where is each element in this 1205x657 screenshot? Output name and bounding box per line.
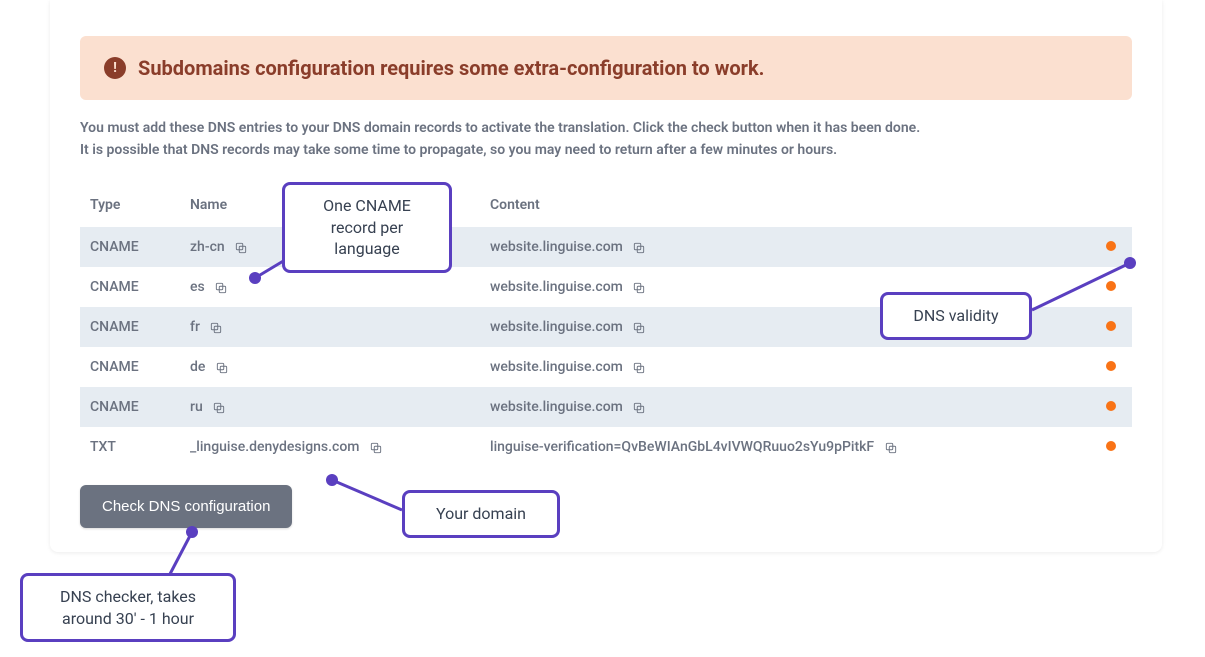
cell-content: linguise-verification=QvBeWIAnGbL4vIVWQR… <box>480 427 1092 467</box>
cell-type: TXT <box>80 427 180 467</box>
cell-name: de <box>180 347 480 387</box>
cell-name: fr <box>180 307 480 347</box>
table-row: CNAMEru website.linguise.com <box>80 387 1132 427</box>
cell-name: ru <box>180 387 480 427</box>
th-content: Content <box>480 183 1092 227</box>
copy-icon[interactable] <box>632 241 646 255</box>
table-row: TXT_linguise.denydesigns.com linguise-ve… <box>80 427 1132 467</box>
status-dot <box>1106 401 1116 411</box>
th-status <box>1092 183 1132 227</box>
copy-icon[interactable] <box>632 321 646 335</box>
alert-text: Subdomains configuration requires some e… <box>138 56 764 80</box>
cell-content: website.linguise.com <box>480 347 1092 387</box>
status-dot <box>1106 441 1116 451</box>
cell-status <box>1092 307 1132 347</box>
copy-icon[interactable] <box>209 321 223 335</box>
cell-type: CNAME <box>80 267 180 307</box>
copy-icon[interactable] <box>369 441 383 455</box>
alert-icon: ! <box>104 57 126 79</box>
dns-config-panel: ! Subdomains configuration requires some… <box>50 0 1162 552</box>
cell-content: website.linguise.com <box>480 227 1092 267</box>
cell-status <box>1092 427 1132 467</box>
cell-name: es <box>180 267 480 307</box>
description-text: You must add these DNS entries to your D… <box>80 118 1132 161</box>
cell-content: website.linguise.com <box>480 387 1092 427</box>
check-dns-button[interactable]: Check DNS configuration <box>80 485 292 528</box>
status-dot <box>1106 361 1116 371</box>
alert-banner: ! Subdomains configuration requires some… <box>80 36 1132 100</box>
copy-icon[interactable] <box>632 401 646 415</box>
copy-icon[interactable] <box>884 441 898 455</box>
status-dot <box>1106 281 1116 291</box>
callout-dns-validity: DNS validity <box>880 292 1032 340</box>
cell-status <box>1092 227 1132 267</box>
copy-icon[interactable] <box>632 281 646 295</box>
status-dot <box>1106 321 1116 331</box>
copy-icon[interactable] <box>214 281 228 295</box>
copy-icon[interactable] <box>215 361 229 375</box>
copy-icon[interactable] <box>234 241 248 255</box>
callout-cname-per-lang: One CNAME record per language <box>282 182 452 273</box>
cell-status <box>1092 387 1132 427</box>
callout-dns-checker: DNS checker, takes around 30' - 1 hour <box>20 573 236 642</box>
cell-status <box>1092 267 1132 307</box>
cell-type: CNAME <box>80 347 180 387</box>
th-type: Type <box>80 183 180 227</box>
callout-your-domain: Your domain <box>402 490 560 538</box>
cell-type: CNAME <box>80 227 180 267</box>
table-row: CNAMEde website.linguise.com <box>80 347 1132 387</box>
status-dot <box>1106 241 1116 251</box>
copy-icon[interactable] <box>632 361 646 375</box>
cell-type: CNAME <box>80 307 180 347</box>
cell-name: _linguise.denydesigns.com <box>180 427 480 467</box>
cell-type: CNAME <box>80 387 180 427</box>
cell-status <box>1092 347 1132 387</box>
table-row: CNAMEzh-cn website.linguise.com <box>80 227 1132 267</box>
description-line2: It is possible that DNS records may take… <box>80 140 1132 162</box>
copy-icon[interactable] <box>212 401 226 415</box>
description-line1: You must add these DNS entries to your D… <box>80 118 1132 140</box>
